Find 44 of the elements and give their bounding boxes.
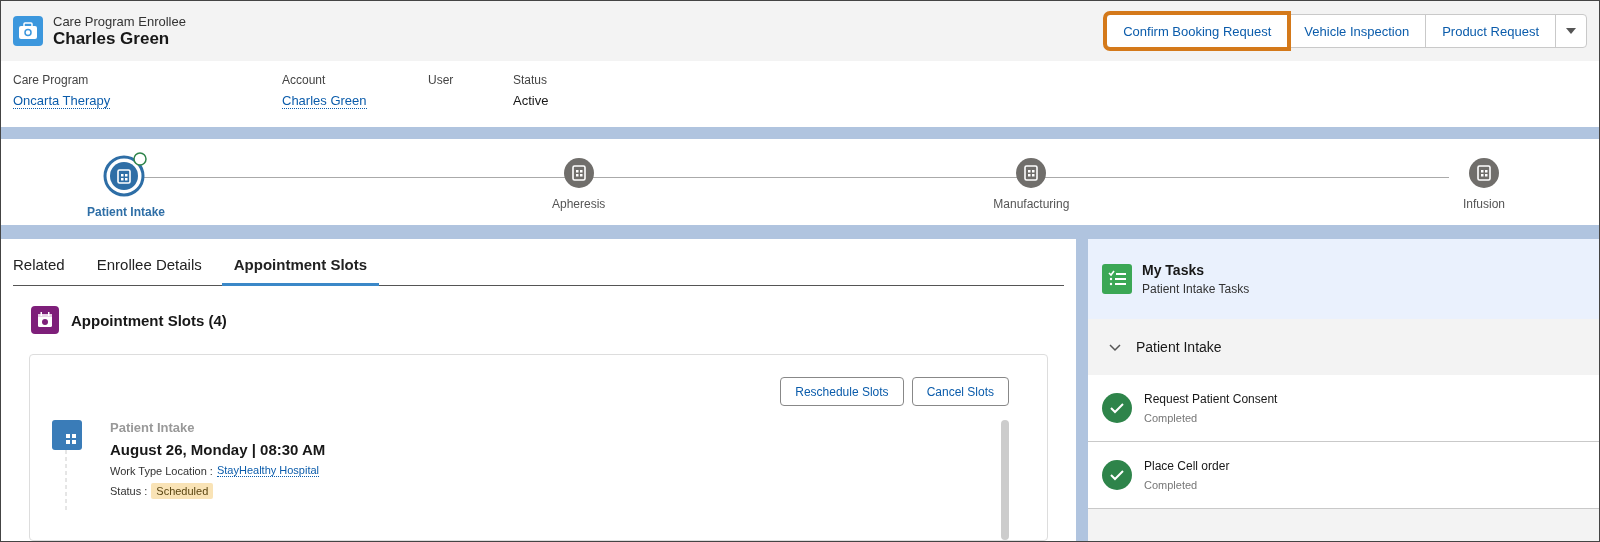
task-name: Request Patient Consent [1144, 392, 1278, 406]
tab[interactable]: Related [13, 256, 77, 286]
slot-datetime: August 26, Monday | 08:30 AM [110, 441, 327, 458]
object-type-label: Care Program Enrollee [53, 13, 187, 29]
record-name: Charles Green [53, 28, 171, 49]
document-step-icon[interactable] [1015, 157, 1048, 189]
path-step-label[interactable]: Infusion [1462, 197, 1505, 211]
medical-bag-icon [13, 16, 43, 46]
caret-down-icon [1566, 28, 1576, 34]
field-label: Account [282, 73, 326, 87]
calendar-icon [31, 306, 59, 334]
building-icon [52, 420, 82, 510]
path-step-label[interactable]: Apheresis [551, 197, 606, 211]
path-step-label[interactable]: Patient Intake [87, 205, 165, 219]
section-title: Appointment Slots (4) [71, 311, 227, 329]
slot-button[interactable]: Cancel Slots [911, 377, 1009, 406]
document-step-icon[interactable] [1467, 157, 1500, 189]
document-step-icon[interactable] [562, 157, 595, 189]
field-label: User [428, 73, 454, 87]
tab[interactable]: Appointment Slots [221, 256, 380, 286]
slot-type: Patient Intake [110, 420, 196, 435]
field-label: Care Program [13, 73, 89, 87]
task-status: Completed [1144, 479, 1199, 491]
more-actions-button[interactable] [1555, 14, 1587, 48]
location-label: Work Type Location : [110, 464, 213, 477]
task-name: Place Cell order [1144, 459, 1230, 473]
scrollbar[interactable] [1001, 420, 1009, 540]
field-link[interactable]: Oncarta Therapy [13, 93, 111, 109]
field-link[interactable]: Charles Green [282, 93, 367, 109]
checklist-icon [1102, 264, 1132, 294]
field-label: Status [513, 73, 548, 87]
tab[interactable]: Enrollee Details [84, 256, 214, 286]
field-value: Active [513, 93, 549, 108]
tasks-subtitle: Patient Intake Tasks [1142, 282, 1250, 296]
selected-step-icon[interactable] [103, 151, 149, 197]
status-badge: Scheduled [151, 483, 214, 499]
action-button[interactable]: Product Request [1425, 14, 1556, 48]
location-link[interactable]: StayHealthy Hospital [216, 464, 320, 477]
status-label: Status : [110, 485, 148, 497]
tasks-title: My Tasks [1142, 262, 1205, 278]
task-status: Completed [1144, 412, 1199, 424]
path-step-label[interactable]: Manufacturing [993, 197, 1070, 211]
slot-button[interactable]: Reschedule Slots [780, 377, 904, 406]
action-button[interactable]: Confirm Booking Request [1106, 14, 1289, 48]
